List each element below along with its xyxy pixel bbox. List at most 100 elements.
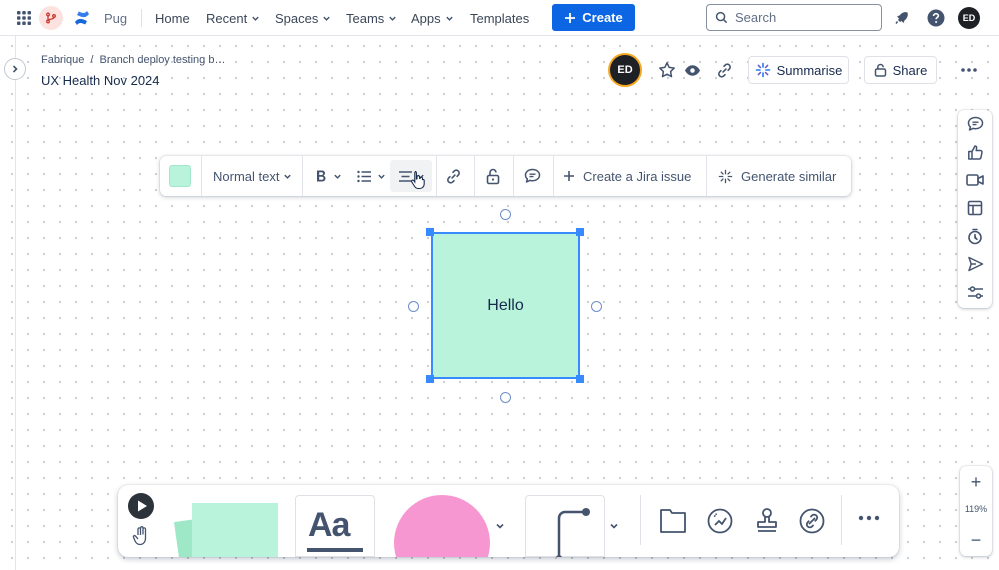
text-style-dropdown[interactable]: Normal text bbox=[213, 156, 292, 196]
nav-templates[interactable]: Templates bbox=[470, 0, 529, 36]
nav-recent[interactable]: Recent bbox=[206, 0, 260, 36]
frame-icon[interactable] bbox=[659, 508, 687, 534]
text-underline bbox=[307, 548, 363, 552]
lock-button[interactable] bbox=[486, 156, 502, 196]
settings-sliders-icon[interactable] bbox=[965, 282, 985, 302]
chevron-down-icon[interactable] bbox=[495, 521, 507, 533]
owner-avatar[interactable]: ED bbox=[610, 55, 640, 85]
timer-icon[interactable] bbox=[965, 226, 985, 246]
create-button-label: Create bbox=[582, 10, 623, 25]
generate-similar-button[interactable]: Generate similar bbox=[718, 156, 836, 196]
nav-apps-label: Apps bbox=[411, 10, 441, 26]
send-icon[interactable] bbox=[965, 254, 985, 274]
sticky-note-text[interactable]: Hello bbox=[487, 297, 523, 315]
hand-icon[interactable] bbox=[132, 526, 152, 546]
ai-icon[interactable] bbox=[706, 507, 734, 535]
connector-handle-left[interactable] bbox=[408, 301, 419, 312]
search-field[interactable] bbox=[706, 4, 882, 31]
nav-spaces[interactable]: Spaces bbox=[275, 0, 331, 36]
link-button[interactable] bbox=[445, 156, 465, 196]
notifications-icon[interactable] bbox=[892, 8, 912, 28]
reactions-icon[interactable] bbox=[965, 142, 985, 162]
connector-handle-bottom[interactable] bbox=[500, 392, 511, 403]
summarise-label: Summarise bbox=[776, 62, 843, 78]
nav-teams[interactable]: Teams bbox=[346, 0, 397, 36]
plus-icon bbox=[564, 171, 574, 181]
bold-button[interactable] bbox=[314, 156, 342, 196]
more-icon[interactable] bbox=[858, 515, 882, 525]
creation-dock: Aa bbox=[118, 485, 899, 557]
product-name[interactable]: Pug bbox=[104, 0, 127, 36]
toolbar-separator bbox=[474, 156, 475, 196]
play-icon[interactable] bbox=[128, 493, 154, 519]
confluence-logo-icon[interactable] bbox=[72, 8, 92, 28]
chevron-down-icon[interactable] bbox=[609, 521, 621, 533]
zoom-in-button[interactable]: + bbox=[960, 468, 992, 496]
search-input[interactable] bbox=[735, 10, 875, 25]
link-icon[interactable] bbox=[798, 507, 826, 535]
chevron-down-icon bbox=[284, 174, 292, 179]
right-toolbar bbox=[958, 110, 992, 308]
comments-icon[interactable] bbox=[965, 114, 985, 134]
breadcrumb-item[interactable]: Branch deploy testing b… bbox=[99, 54, 225, 66]
star-icon[interactable] bbox=[657, 60, 677, 80]
dock-separator bbox=[841, 495, 842, 545]
nav-home-label: Home bbox=[155, 10, 190, 26]
resize-handle-bottom-right[interactable] bbox=[576, 375, 584, 383]
video-icon[interactable] bbox=[965, 170, 985, 190]
resize-handle-bottom-left[interactable] bbox=[426, 375, 434, 383]
app-switcher-icon[interactable] bbox=[15, 9, 33, 27]
generate-similar-label: Generate similar bbox=[741, 168, 837, 184]
zoom-controls: + 119% − bbox=[960, 466, 992, 556]
resize-handle-top-right[interactable] bbox=[576, 228, 584, 236]
connector-handle-right[interactable] bbox=[591, 301, 602, 312]
summarise-button[interactable]: Summarise bbox=[748, 56, 849, 84]
expand-sidebar-button[interactable] bbox=[4, 58, 26, 80]
copy-link-icon[interactable] bbox=[714, 60, 734, 80]
avatar[interactable]: ED bbox=[958, 7, 980, 29]
create-jira-issue-button[interactable]: Create a Jira issue bbox=[563, 156, 691, 196]
color-picker-button[interactable] bbox=[169, 156, 191, 196]
unlock-icon bbox=[486, 168, 500, 184]
nav-divider bbox=[141, 9, 142, 27]
lock-icon bbox=[874, 63, 886, 77]
color-swatch bbox=[169, 165, 191, 187]
branch-icon[interactable] bbox=[39, 6, 63, 30]
nav-home[interactable]: Home bbox=[155, 0, 190, 36]
shape-tool[interactable] bbox=[392, 493, 492, 557]
resize-handle-top-left[interactable] bbox=[426, 228, 434, 236]
nav-teams-label: Teams bbox=[346, 10, 385, 26]
create-jira-issue-label: Create a Jira issue bbox=[583, 168, 692, 184]
nav-recent-label: Recent bbox=[206, 10, 248, 26]
templates-icon[interactable] bbox=[965, 198, 985, 218]
stamp-icon[interactable] bbox=[753, 507, 781, 535]
zoom-level[interactable]: 119% bbox=[960, 504, 992, 514]
chevron-down-icon bbox=[323, 16, 331, 21]
toolbar-separator bbox=[706, 156, 707, 196]
connector-handle-top[interactable] bbox=[500, 209, 511, 220]
format-toolbar: Normal text Create a Jira issue Generate… bbox=[160, 156, 851, 196]
toolbar-separator bbox=[436, 156, 437, 196]
list-button[interactable] bbox=[357, 156, 386, 196]
left-sidebar-collapsed bbox=[0, 36, 16, 570]
page-title: UX Health Nov 2024 bbox=[41, 73, 160, 88]
zoom-out-button[interactable]: − bbox=[960, 526, 992, 554]
chevron-down-icon bbox=[378, 174, 385, 179]
sticky-notes-tool[interactable] bbox=[166, 493, 286, 557]
toolbar-separator bbox=[201, 156, 202, 196]
more-actions-icon[interactable] bbox=[959, 60, 979, 80]
watch-eye-icon[interactable] bbox=[682, 60, 702, 80]
breadcrumb: Fabrique / Branch deploy testing b… bbox=[41, 54, 225, 66]
breadcrumb-item[interactable]: Fabrique bbox=[41, 54, 84, 66]
sticky-note[interactable]: Hello bbox=[431, 232, 580, 379]
share-button[interactable]: Share bbox=[864, 56, 937, 84]
search-icon bbox=[715, 11, 728, 24]
text-tool[interactable]: Aa bbox=[295, 495, 375, 557]
help-icon[interactable] bbox=[926, 8, 946, 28]
create-button[interactable]: Create bbox=[552, 4, 635, 31]
chevron-down-icon bbox=[389, 16, 397, 21]
text-tool-label: Aa bbox=[308, 506, 350, 544]
comment-button[interactable] bbox=[524, 156, 544, 196]
nav-apps[interactable]: Apps bbox=[411, 0, 454, 36]
connector-tool[interactable] bbox=[525, 495, 605, 557]
